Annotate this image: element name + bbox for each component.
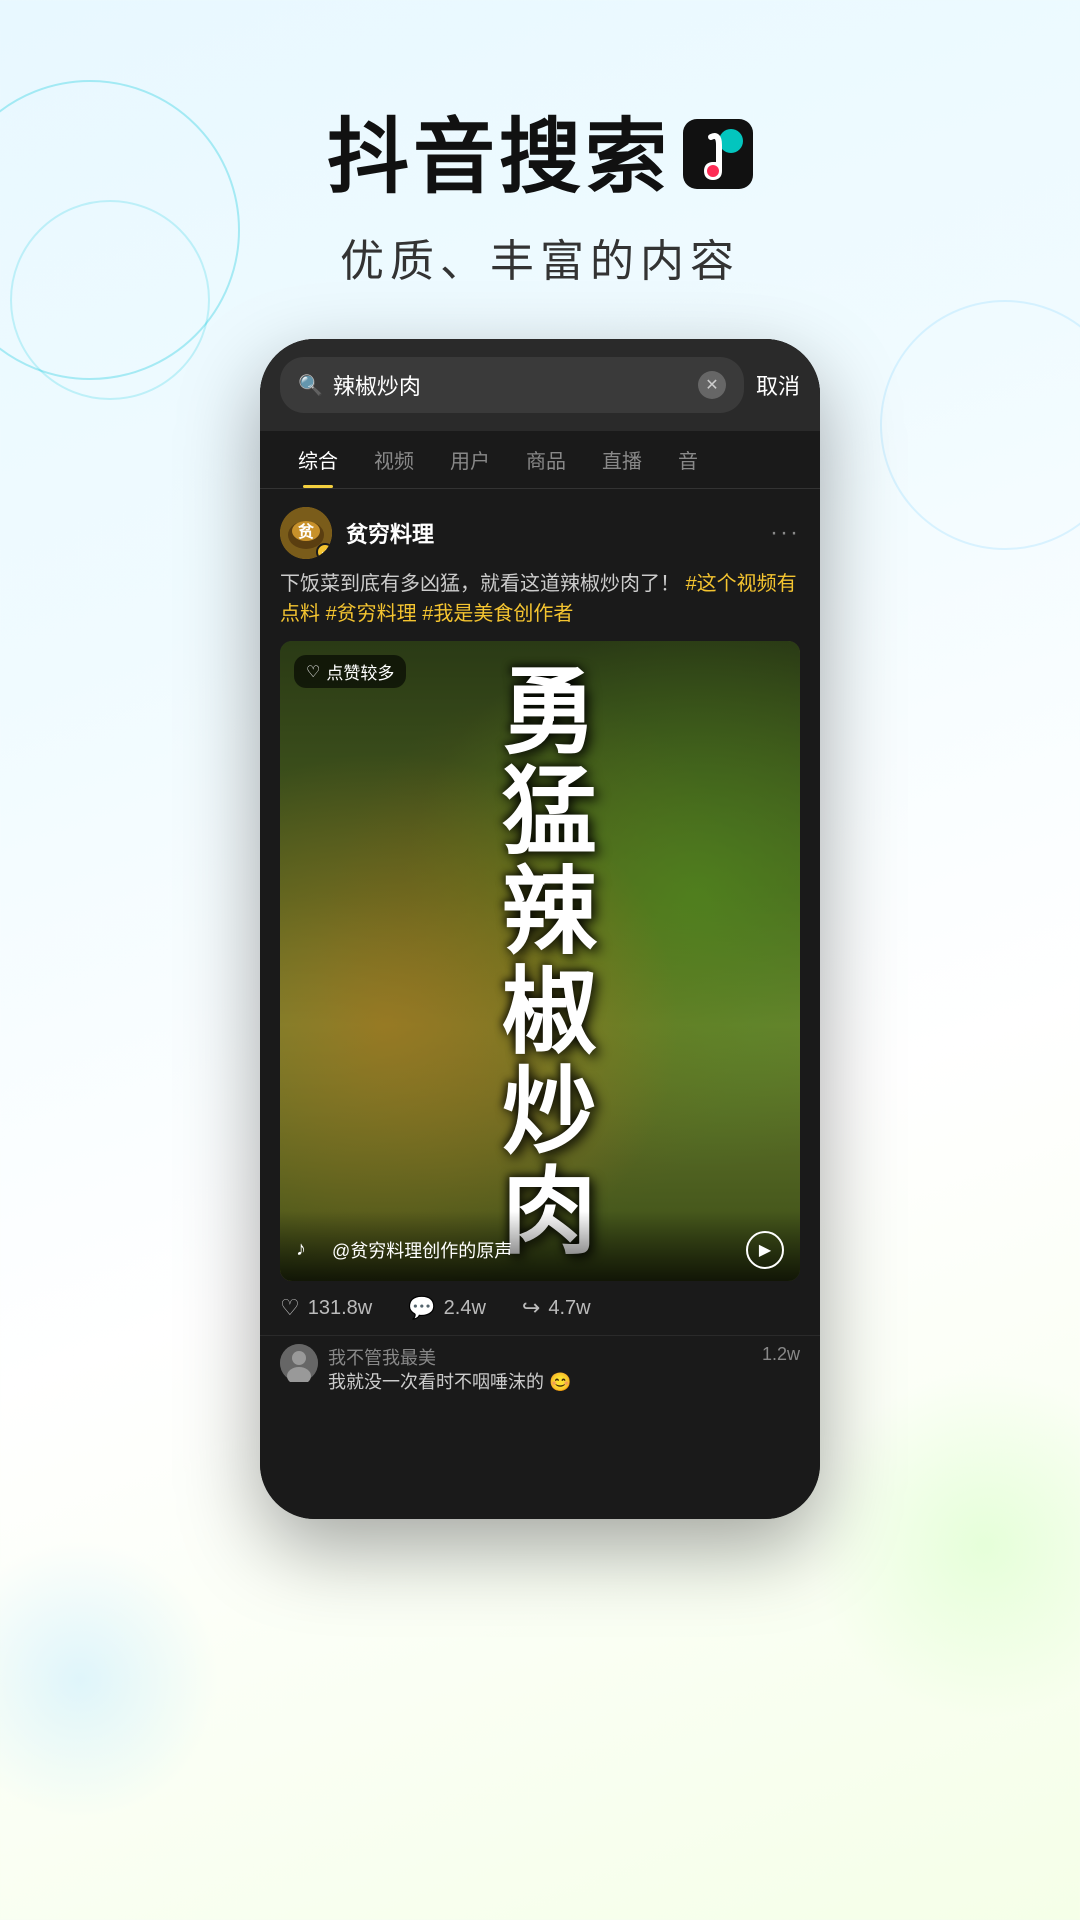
username[interactable]: 贫穷料理 <box>346 517 756 549</box>
search-bar: 🔍 辣椒炒肉 ✕ 取消 <box>260 339 820 431</box>
share-icon: ↪ <box>522 1295 540 1321</box>
video-thumbnail[interactable]: ♡ 点赞较多 勇猛辣椒炒肉 ♪ @贫穷料理创作的原声 ▶ <box>280 641 800 1281</box>
hashtag-2[interactable]: #贫穷料理 <box>326 603 423 625</box>
comment-body-text: 我就没一次看时不咽唾沫的 😊 <box>328 1370 752 1395</box>
shares-stat[interactable]: ↪ 4.7w <box>522 1295 591 1321</box>
post-body-text: 下饭菜到底有多凶猛，就看这道辣椒炒肉了！ <box>280 573 680 595</box>
cancel-button[interactable]: 取消 <box>756 369 800 401</box>
tiktok-logo-small: ♪ <box>296 1238 320 1262</box>
tab-live[interactable]: 直播 <box>584 431 660 488</box>
commenter-name: 我不管我最美 <box>328 1344 752 1370</box>
user-row: 贫 ✓ 贫穷料理 ··· <box>260 489 820 569</box>
hashtag-3[interactable]: #我是美食创作者 <box>422 603 573 625</box>
header-title-text: 抖音搜索 <box>327 90 671 209</box>
tiktok-logo-icon <box>683 115 753 185</box>
video-bottom-bar: ♪ @贫穷料理创作的原声 ▶ <box>280 1211 800 1281</box>
avatar[interactable]: 贫 ✓ <box>280 507 332 559</box>
comment-content: 我不管我最美 我就没一次看时不咽唾沫的 😊 <box>328 1344 752 1395</box>
verified-badge: ✓ <box>316 543 332 559</box>
search-query-text: 辣椒炒肉 <box>333 369 688 401</box>
search-clear-button[interactable]: ✕ <box>698 371 726 399</box>
tab-product[interactable]: 商品 <box>508 431 584 488</box>
commenter-avatar <box>280 1344 318 1382</box>
content-card: 贫 ✓ 贫穷料理 ··· 下饭菜到底有多凶猛，就看这道辣椒炒肉了！ #这个视频有… <box>260 489 820 1403</box>
comments-stat[interactable]: 💬 2.4w <box>408 1295 486 1321</box>
svg-text:贫: 贫 <box>298 522 315 541</box>
search-tabs: 综合 视频 用户 商品 直播 音 <box>260 431 820 489</box>
search-icon: 🔍 <box>298 373 323 398</box>
app-header: 抖音搜索 优质、丰富的内容 <box>0 0 1080 289</box>
tab-user[interactable]: 用户 <box>432 431 508 488</box>
comment-preview: 我不管我最美 我就没一次看时不咽唾沫的 😊 1.2w <box>260 1335 820 1403</box>
likes-stat[interactable]: ♡ 131.8w <box>280 1295 372 1321</box>
shares-count: 4.7w <box>548 1297 590 1320</box>
comment-likes-count: 1.2w <box>762 1344 800 1365</box>
phone-mockup-wrapper: 🔍 辣椒炒肉 ✕ 取消 综合 视频 用户 商品 <box>0 339 1080 1519</box>
tab-video[interactable]: 视频 <box>356 431 432 488</box>
tab-comprehensive[interactable]: 综合 <box>280 431 356 488</box>
comments-count: 2.4w <box>444 1297 486 1320</box>
phone-screen: 🔍 辣椒炒肉 ✕ 取消 综合 视频 用户 商品 <box>260 339 820 1519</box>
header-title-row: 抖音搜索 <box>0 90 1080 209</box>
like-icon: ♡ <box>280 1295 300 1321</box>
phone-mockup: 🔍 辣椒炒肉 ✕ 取消 综合 视频 用户 商品 <box>260 339 820 1519</box>
search-input-wrap[interactable]: 🔍 辣椒炒肉 ✕ <box>280 357 744 413</box>
header-subtitle: 优质、丰富的内容 <box>0 225 1080 289</box>
stats-row: ♡ 131.8w 💬 2.4w ↪ 4.7w <box>260 1281 820 1335</box>
comment-icon: 💬 <box>408 1295 435 1321</box>
sound-credit-text: @贫穷料理创作的原声 <box>332 1237 734 1263</box>
overlay-text: 勇猛辣椒炒肉 <box>490 661 590 1261</box>
tab-music[interactable]: 音 <box>660 431 716 488</box>
post-description: 下饭菜到底有多凶猛，就看这道辣椒炒肉了！ #这个视频有点料 #贫穷料理 #我是美… <box>260 569 820 641</box>
video-text-overlay: 勇猛辣椒炒肉 <box>280 641 800 1281</box>
play-button[interactable]: ▶ <box>746 1231 784 1269</box>
likes-count: 131.8w <box>308 1297 373 1320</box>
bg-blob-2 <box>0 1540 220 1820</box>
more-options-icon[interactable]: ··· <box>770 519 800 547</box>
